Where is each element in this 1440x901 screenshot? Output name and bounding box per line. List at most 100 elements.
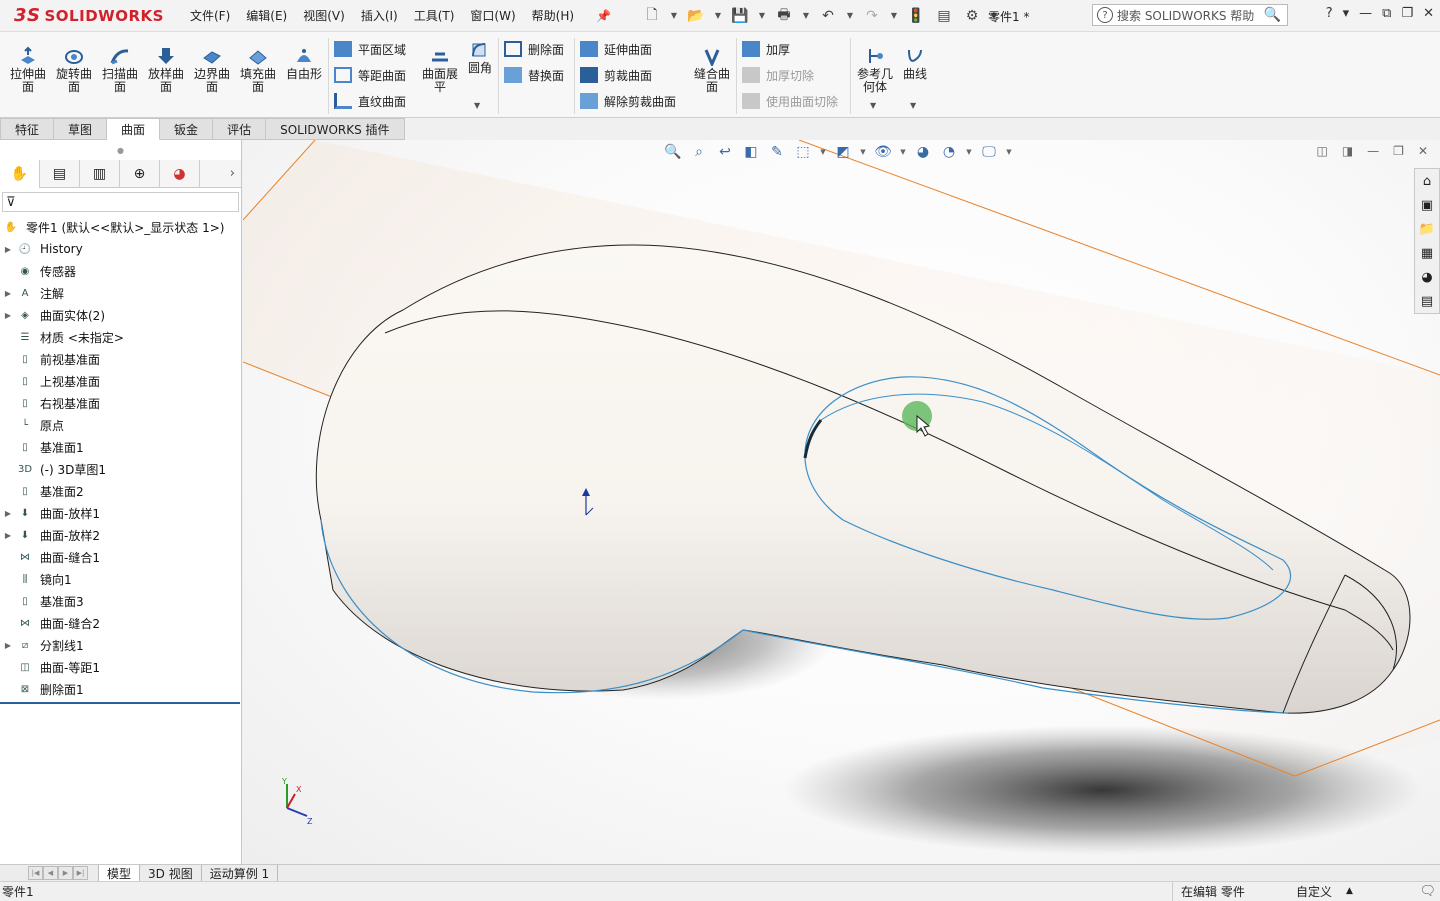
- tab-model[interactable]: 模型: [98, 865, 141, 881]
- tree-item[interactable]: ⫼ 镜向1: [0, 568, 241, 590]
- expand-arrow-icon[interactable]: ▶: [0, 531, 16, 540]
- dynamic-annotation-icon[interactable]: ✎: [767, 142, 787, 162]
- tree-item[interactable]: ▯ 基准面2: [0, 480, 241, 502]
- pin-icon[interactable]: 📌: [588, 9, 619, 23]
- menu-edit[interactable]: 编辑(E): [238, 7, 295, 24]
- file-properties-icon[interactable]: ▤: [933, 5, 955, 27]
- 3d-model-scene[interactable]: [243, 140, 1440, 864]
- chevron-down-icon[interactable]: ▼: [889, 5, 899, 27]
- fillet-button[interactable]: 圆角: [464, 40, 496, 75]
- expand-arrow-icon[interactable]: ▶: [0, 641, 16, 650]
- extruded-surface-button[interactable]: 拉伸曲面: [6, 46, 50, 94]
- tile-left-icon[interactable]: ◫: [1316, 144, 1327, 158]
- chevron-down-icon[interactable]: ▼: [669, 5, 679, 27]
- tree-item[interactable]: ▶ ◈ 曲面实体(2): [0, 304, 241, 326]
- planar-surface-button[interactable]: 平面区域: [334, 38, 406, 60]
- rebuild-traffic-light-icon[interactable]: 🚦: [905, 5, 927, 27]
- tree-item[interactable]: ▶ A 注解: [0, 282, 241, 304]
- search-icon[interactable]: 🔍: [1264, 7, 1281, 23]
- expand-arrow-icon[interactable]: ▶: [0, 289, 16, 298]
- dimxpert-manager-tab-icon[interactable]: ⊕: [120, 160, 160, 188]
- chevron-down-icon[interactable]: ▼: [859, 142, 867, 162]
- solidworks-logo[interactable]: 3S SOLIDWORKS: [0, 0, 163, 32]
- tree-root-part[interactable]: ✋ 零件1 (默认<<默认>_显示状态 1>): [0, 216, 241, 238]
- minimize-icon[interactable]: —: [1359, 6, 1372, 21]
- delete-face-button[interactable]: 删除面: [504, 38, 564, 60]
- home-icon[interactable]: ⌂: [1417, 171, 1437, 191]
- chevron-down-icon[interactable]: ▼: [899, 142, 907, 162]
- expand-arrow-icon[interactable]: ▶: [0, 509, 16, 518]
- chevron-down-icon[interactable]: ▼: [757, 5, 767, 27]
- surface-flatten-button[interactable]: 曲面展平: [418, 46, 462, 94]
- extend-surface-button[interactable]: 延伸曲面: [580, 38, 652, 60]
- view-palette-icon[interactable]: ▦: [1417, 243, 1437, 263]
- tree-item[interactable]: ▶ 🕘 History: [0, 238, 241, 260]
- tree-item[interactable]: ◉ 传感器: [0, 260, 241, 282]
- chevron-down-icon[interactable]: ▼: [801, 5, 811, 27]
- design-library-icon[interactable]: ▣: [1417, 195, 1437, 215]
- tab-evaluate[interactable]: 评估: [213, 118, 267, 140]
- swept-surface-button[interactable]: 扫描曲面: [98, 46, 142, 94]
- offset-surface-button[interactable]: 等距曲面: [334, 64, 406, 86]
- menu-file[interactable]: 文件(F): [182, 7, 238, 24]
- display-manager-tab-icon[interactable]: ◕: [160, 160, 200, 188]
- save-icon[interactable]: 💾: [729, 5, 751, 27]
- tree-item[interactable]: ▯ 上视基准面: [0, 370, 241, 392]
- file-explorer-icon[interactable]: 📁: [1417, 219, 1437, 239]
- menu-view[interactable]: 视图(V): [295, 7, 353, 24]
- chevron-down-icon[interactable]: ▾: [1343, 6, 1350, 21]
- tree-item[interactable]: ▶ ⧄ 分割线1: [0, 634, 241, 656]
- feature-manager-tab-icon[interactable]: ✋: [0, 160, 40, 188]
- tree-item[interactable]: ⋈ 曲面-缝合1: [0, 546, 241, 568]
- menu-window[interactable]: 窗口(W): [462, 7, 523, 24]
- tile-right-icon[interactable]: ◨: [1342, 144, 1353, 158]
- freeform-button[interactable]: 自由形: [282, 46, 326, 81]
- next-tab-icon[interactable]: ▶: [58, 866, 73, 880]
- prev-tab-icon[interactable]: ◀: [43, 866, 58, 880]
- filled-surface-button[interactable]: 填充曲面: [236, 46, 280, 94]
- reference-geometry-button[interactable]: 参考几何体: [854, 46, 896, 94]
- revolved-surface-button[interactable]: 旋转曲面: [52, 46, 96, 94]
- lofted-surface-button[interactable]: 放样曲面: [144, 46, 188, 94]
- view-settings-icon[interactable]: 🖵: [979, 142, 999, 162]
- status-units[interactable]: 自定义 ▲: [1296, 882, 1353, 901]
- replace-face-button[interactable]: 替换面: [504, 64, 564, 86]
- tree-item[interactable]: ▶ ⬇ 曲面-放样1: [0, 502, 241, 524]
- redo-icon[interactable]: ↷: [861, 5, 883, 27]
- chevron-down-icon[interactable]: ▼: [1005, 142, 1013, 162]
- restore-icon[interactable]: ❐: [1401, 6, 1413, 21]
- help-search-box[interactable]: ? 搜索 SOLIDWORKS 帮助 🔍: [1092, 4, 1288, 26]
- tab-addins[interactable]: SOLIDWORKS 插件: [266, 118, 405, 140]
- zoom-to-fit-icon[interactable]: 🔍: [663, 142, 683, 162]
- options-gear-icon[interactable]: ⚙: [961, 5, 983, 27]
- section-view-icon[interactable]: ◧: [741, 142, 761, 162]
- edit-appearance-icon[interactable]: ◕: [913, 142, 933, 162]
- tree-item[interactable]: ◫ 曲面-等距1: [0, 656, 241, 678]
- tree-item[interactable]: ☰ 材质 <未指定>: [0, 326, 241, 348]
- thicken-button[interactable]: 加厚: [742, 38, 790, 60]
- close-icon[interactable]: ✕: [1423, 6, 1434, 21]
- chevron-down-icon[interactable]: ▼: [870, 94, 876, 116]
- trim-surface-button[interactable]: 剪裁曲面: [580, 64, 652, 86]
- chevron-down-icon[interactable]: ▼: [819, 142, 827, 162]
- boundary-surface-button[interactable]: 边界曲面: [190, 46, 234, 94]
- tab-sheet-metal[interactable]: 钣金: [160, 118, 214, 140]
- tab-motion-study[interactable]: 运动算例 1: [202, 865, 279, 881]
- tab-sketch[interactable]: 草图: [54, 118, 108, 140]
- chevron-down-icon[interactable]: ▼: [845, 5, 855, 27]
- tree-item[interactable]: ▯ 前视基准面: [0, 348, 241, 370]
- view-orientation-icon[interactable]: ⬚: [793, 142, 813, 162]
- open-folder-icon[interactable]: 📂: [685, 5, 707, 27]
- tree-item[interactable]: ▯ 基准面3: [0, 590, 241, 612]
- close-icon[interactable]: ✕: [1418, 144, 1428, 158]
- thickened-cut-button[interactable]: 加厚切除: [742, 64, 814, 86]
- graphics-viewport[interactable]: 🔍 ⌕ ↩ ◧ ✎ ⬚ ▼ ◩ ▼ 👁 ▼ ◕ ◔ ▼ 🖵 ▼ ◫ ◨ — ❐ ✕ ⌂ ▣…: [243, 140, 1440, 864]
- print-icon[interactable]: 🖶: [773, 5, 795, 27]
- first-tab-icon[interactable]: |◀: [28, 866, 43, 880]
- menu-tools[interactable]: 工具(T): [406, 7, 463, 24]
- tree-item[interactable]: 3D (-) 3D草图1: [0, 458, 241, 480]
- zoom-to-area-icon[interactable]: ⌕: [689, 142, 709, 162]
- surface-cut-button[interactable]: 使用曲面切除: [742, 90, 838, 112]
- tab-surfaces[interactable]: 曲面: [107, 118, 161, 140]
- message-bubble-icon[interactable]: 🗨: [1419, 884, 1436, 899]
